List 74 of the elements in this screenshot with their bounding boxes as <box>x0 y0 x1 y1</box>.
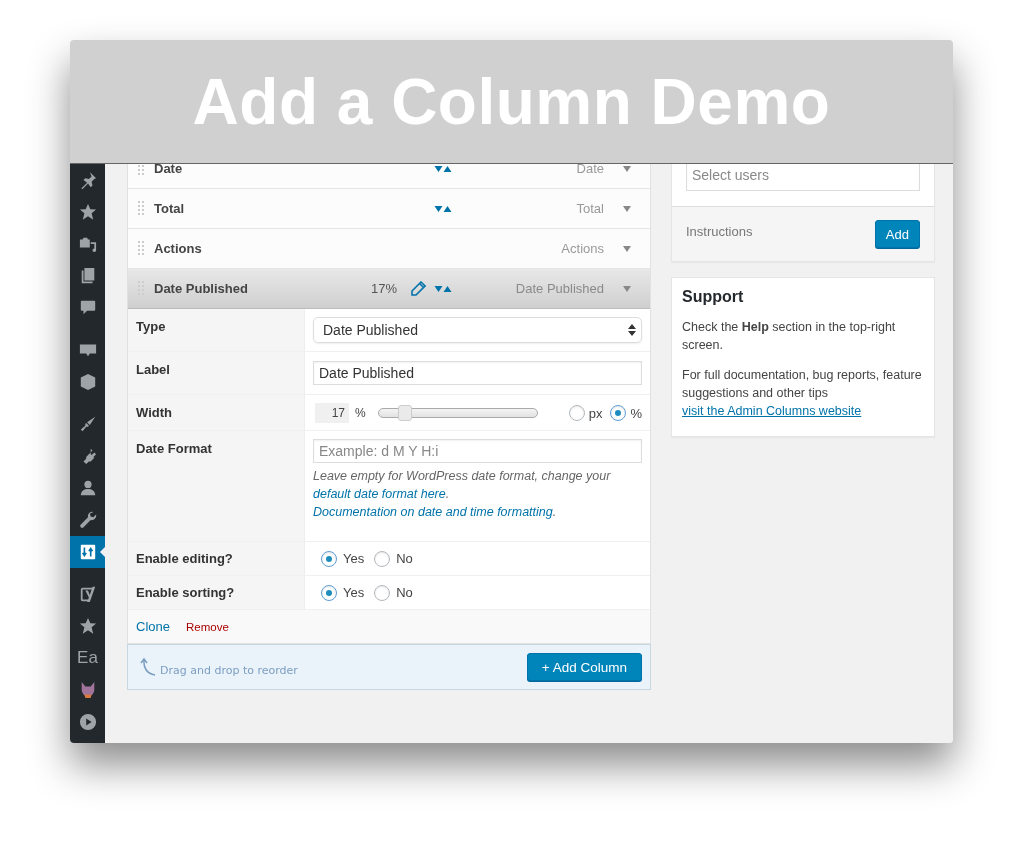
radio-button[interactable] <box>374 584 391 601</box>
help-text: Leave empty for WordPress date format, change your default date format here. Documentation on date and time formatting. <box>313 468 612 521</box>
slider-track[interactable] <box>377 408 538 418</box>
y-logo-icon <box>78 585 97 603</box>
column-row[interactable]: Actions Actions <box>128 229 650 269</box>
column-type: Date <box>575 164 604 176</box>
setting-label: Width <box>128 395 305 430</box>
remove-link[interactable]: Remove <box>185 621 229 633</box>
column-type: Actions <box>560 241 604 256</box>
curved-arrow-icon <box>140 657 156 677</box>
column-row[interactable]: Date Date <box>128 164 650 189</box>
sort-icon <box>434 204 452 213</box>
column-label: Date Published <box>154 281 249 296</box>
star-icon <box>78 203 97 221</box>
pencil-icon <box>410 280 426 297</box>
box-icon <box>78 373 97 391</box>
setting-label: Type <box>128 309 305 351</box>
instructions-label: Instructions <box>686 223 753 239</box>
brush-icon <box>78 415 97 433</box>
support-title: Support <box>682 288 745 306</box>
column-label: Date <box>154 164 184 176</box>
support-text: For full documentation, bug reports, feature suggestions and other tips visit the Admin Columns website <box>682 367 923 420</box>
radio-label: % <box>630 405 642 421</box>
setting-label: Enable editing? <box>128 542 305 575</box>
width-value[interactable]: 17 <box>315 403 349 423</box>
radio-label: px <box>588 405 603 421</box>
play-icon <box>78 713 97 731</box>
column-row[interactable]: Date Published 17% Date Published <box>128 269 650 309</box>
radio-label: No <box>396 551 413 566</box>
support-text: Check the Help section in the top-right screen. <box>682 319 897 354</box>
radio-button[interactable] <box>568 405 585 421</box>
column-type: Date Published <box>514 281 604 296</box>
column-width: 17% <box>370 281 397 296</box>
caret-icon <box>623 245 631 252</box>
add-column-button[interactable]: + Add Column <box>526 653 642 681</box>
media-icon <box>78 235 97 253</box>
help-link[interactable]: Documentation on date and time formatting <box>313 505 553 519</box>
website-link[interactable]: visit the Admin Columns website <box>682 404 862 418</box>
radio-label: Yes <box>343 551 365 566</box>
column-label: Total <box>154 201 186 216</box>
sort-arrows-icon <box>78 543 97 561</box>
setting-label: Date Format <box>128 431 305 541</box>
column-type: Total <box>575 201 604 216</box>
radio-label: No <box>396 585 413 600</box>
radio-button[interactable] <box>321 584 337 601</box>
setting-label: Label <box>128 352 305 394</box>
column-row[interactable]: Total Total <box>128 189 650 229</box>
wrench-icon <box>78 511 97 529</box>
hint-text: Drag and drop to reorder <box>160 663 298 677</box>
radio-button[interactable] <box>321 550 337 567</box>
drag-handle-icon <box>138 200 144 217</box>
drag-handle-icon <box>138 240 144 257</box>
label-field[interactable]: Date Published <box>313 361 642 385</box>
slider-thumb[interactable] <box>397 405 412 421</box>
menu-item[interactable]: Ea <box>70 642 105 674</box>
radio-button[interactable] <box>610 405 627 421</box>
type-select[interactable]: Date Published <box>313 317 642 343</box>
clone-link[interactable]: Clone <box>136 619 170 634</box>
help-link[interactable]: default date format here <box>313 487 446 501</box>
users-field[interactable]: Select users <box>686 164 920 191</box>
date-format-field[interactable]: Example: d M Y H:i <box>313 439 642 463</box>
updown-icon <box>628 324 636 336</box>
unit-label: % <box>355 406 366 420</box>
caret-icon <box>623 205 631 212</box>
caret-icon <box>623 285 631 292</box>
column-label: Actions <box>154 241 203 256</box>
user-icon <box>78 479 97 497</box>
radio-button[interactable] <box>374 550 391 567</box>
add-button[interactable]: Add <box>874 220 920 248</box>
menu-item[interactable] <box>70 536 105 568</box>
star-icon <box>78 617 97 635</box>
radio-label: Yes <box>343 585 365 600</box>
setting-label: Enable sorting? <box>128 576 305 609</box>
sort-icon <box>434 284 452 293</box>
